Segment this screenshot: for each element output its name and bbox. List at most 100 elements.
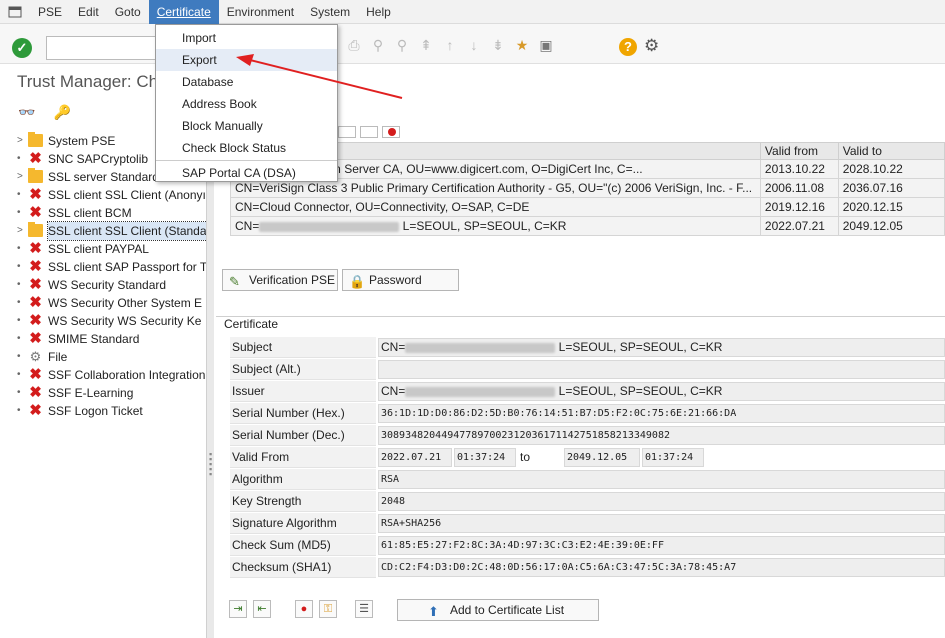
leaf-bullet-icon: • — [17, 351, 21, 362]
tree-node-label: SSL client PAYPAL — [48, 242, 149, 256]
menu-certificate[interactable]: Certificate — [148, 0, 219, 24]
value-valid-from-date[interactable]: 2022.07.21 — [378, 448, 452, 467]
expand-chevron-icon[interactable]: > — [17, 168, 23, 186]
tree-node[interactable]: • ✖ WS Security WS Security Ke — [0, 312, 206, 330]
display-change-icon[interactable]: 👓 — [18, 104, 35, 121]
tree-node[interactable]: • ✖ WS Security Standard — [0, 276, 206, 294]
menu-system[interactable]: System — [302, 0, 358, 24]
tree-node[interactable]: > SSL client SSL Client (Standa — [0, 221, 206, 241]
value-serial-dec[interactable]: 3089348204494778970023120361711427518582… — [378, 426, 945, 445]
value-signature-algorithm[interactable]: RSA+SHA256 — [378, 514, 945, 533]
menu-edit[interactable]: Edit — [70, 0, 107, 24]
add-to-certificate-list-label: Add to Certificate List — [450, 603, 565, 617]
tree-node[interactable]: • ✖ SSL client SAP Passport for T — [0, 258, 206, 276]
table-row[interactable]: CN= L=SEOUL, SP=SEOUL, C=KR 2022.07.21 2… — [230, 216, 945, 236]
verification-pse-button[interactable]: ✎ Verification PSE — [222, 269, 338, 291]
print-icon[interactable]: ⎙ — [345, 36, 363, 54]
add-upload-icon: ⬆ — [428, 604, 439, 619]
command-field[interactable] — [46, 36, 156, 60]
to-label: to — [520, 450, 531, 464]
value-valid-to-date[interactable]: 2049.12.05 — [564, 448, 640, 467]
splitter-handle[interactable]: ▪ ▪ ▪ ▪ ▪ — [206, 132, 214, 638]
table-delete-icon[interactable] — [382, 126, 400, 138]
table-sort-icon[interactable] — [338, 126, 356, 138]
value-issuer[interactable]: CN= L=SEOUL, SP=SEOUL, C=KR — [378, 382, 945, 401]
find-next-icon[interactable]: ⚲ — [393, 36, 411, 54]
tree-node-label: File — [48, 350, 68, 364]
password-button[interactable]: 🔒 Password — [342, 269, 459, 291]
file-gear-icon: ⚙ — [29, 349, 42, 364]
leaf-bullet-icon: • — [17, 279, 21, 290]
value-checksum-sha1[interactable]: CD:C2:F4:D3:D0:2C:48:0D:56:17:0A:C5:6A:C… — [378, 558, 945, 577]
settings-gear-icon[interactable]: ⚙ — [644, 36, 659, 56]
x-icon: ✖ — [29, 312, 42, 329]
menu-goto[interactable]: Goto — [107, 0, 149, 24]
field-valid-from: Valid From 2022.07.21 01:37:24 to 2049.1… — [230, 447, 945, 469]
label-subject-alt: Subject (Alt.) — [230, 359, 376, 380]
tree-node[interactable]: • ✖ SSF Logon Ticket — [0, 402, 206, 420]
tree-node[interactable]: • ✖ SMIME Standard — [0, 330, 206, 348]
certificate-section-title: Certificate — [224, 317, 279, 331]
system-menu-icon[interactable] — [0, 6, 30, 18]
previous-page-icon[interactable]: ↑ — [441, 36, 459, 54]
menu-item-sap-portal-ca[interactable]: SAP Portal CA (DSA) — [156, 162, 337, 184]
column-header-valid-from[interactable]: Valid from — [759, 142, 839, 160]
find-icon[interactable]: ⚲ — [369, 36, 387, 54]
menu-item-database[interactable]: Database — [156, 71, 337, 93]
first-page-icon[interactable]: ⇞ — [417, 36, 435, 54]
tree-node[interactable]: • ✖ SSL client BCM — [0, 204, 206, 222]
value-subject-alt[interactable] — [378, 360, 945, 379]
last-page-icon[interactable]: ⇟ — [489, 36, 507, 54]
label-key-strength: Key Strength — [230, 491, 376, 512]
import-cert-icon[interactable]: ⇥ — [229, 600, 247, 618]
tree-node[interactable]: • ⚙ File — [0, 348, 206, 366]
value-key-strength[interactable]: 2048 — [378, 492, 945, 511]
menu-item-import[interactable]: Import — [156, 27, 337, 49]
value-valid-from-time[interactable]: 01:37:24 — [454, 448, 516, 467]
table-toolbar — [338, 126, 400, 138]
tree-node[interactable]: • ✖ WS Security Other System E — [0, 294, 206, 312]
help-icon[interactable]: ? — [619, 38, 637, 56]
value-serial-hex[interactable]: 36:1D:1D:D0:86:D2:5D:B0:76:14:51:B7:D5:F… — [378, 404, 945, 423]
export-cert-icon[interactable]: ⇤ — [253, 600, 271, 618]
delete-cert-icon[interactable]: ● — [295, 600, 313, 618]
details-icon[interactable]: ☰ — [355, 600, 373, 618]
enter-check-icon[interactable]: ✓ — [12, 38, 32, 58]
add-to-certificate-list-button[interactable]: ⬆ Add to Certificate List — [397, 599, 599, 621]
layout-icon[interactable]: ▣ — [537, 36, 555, 54]
column-header-valid-to[interactable]: Valid to — [837, 142, 945, 160]
tree-node[interactable]: • ✖ SSF E-Learning — [0, 384, 206, 402]
leaf-bullet-icon: • — [17, 405, 21, 416]
menu-pse[interactable]: PSE — [30, 0, 70, 24]
next-page-icon[interactable]: ↓ — [465, 36, 483, 54]
cell-subject: CN=Cloud Connector, OU=Connectivity, O=S… — [230, 197, 761, 217]
key-icon[interactable]: 🔑 — [53, 104, 70, 121]
expand-chevron-icon[interactable]: > — [17, 132, 23, 150]
tree-node[interactable]: • ✖ SSL client SSL Client (Anonyı — [0, 186, 206, 204]
verification-pse-label: Verification PSE — [249, 273, 336, 287]
table-row[interactable]: CN=Cloud Connector, OU=Connectivity, O=S… — [230, 197, 945, 217]
x-icon: ✖ — [29, 276, 42, 293]
menu-environment[interactable]: Environment — [219, 0, 302, 24]
menu-item-address-book[interactable]: Address Book — [156, 93, 337, 115]
x-icon: ✖ — [29, 366, 42, 383]
menu-item-check-block-status[interactable]: Check Block Status — [156, 137, 337, 159]
menu-help[interactable]: Help — [358, 0, 399, 24]
bookmark-icon[interactable]: ★ — [513, 36, 531, 54]
value-algorithm[interactable]: RSA — [378, 470, 945, 489]
tree-node-label: SSF Collaboration Integration — [48, 368, 206, 382]
cell-subject-prefix: CN= — [235, 219, 260, 233]
tree-node[interactable]: • ✖ SSF Collaboration Integration — [0, 366, 206, 384]
expand-chevron-icon[interactable]: > — [17, 222, 23, 240]
menu-item-export[interactable]: Export — [156, 49, 337, 71]
tree-node[interactable]: • ✖ SSL client PAYPAL — [0, 240, 206, 258]
certificate-key-icon[interactable]: ⚿ — [319, 600, 337, 618]
tree-node-label: SSF E-Learning — [48, 386, 134, 400]
cell-valid-from: 2013.10.22 — [759, 159, 839, 179]
table-filter-icon[interactable] — [360, 126, 378, 138]
value-checksum-md5[interactable]: 61:85:E5:27:F2:8C:3A:4D:97:3C:C3:E2:4E:3… — [378, 536, 945, 555]
menu-item-block-manually[interactable]: Block Manually — [156, 115, 337, 137]
value-subject[interactable]: CN= L=SEOUL, SP=SEOUL, C=KR — [378, 338, 945, 357]
x-icon: ✖ — [29, 204, 42, 221]
value-valid-to-time[interactable]: 01:37:24 — [642, 448, 704, 467]
